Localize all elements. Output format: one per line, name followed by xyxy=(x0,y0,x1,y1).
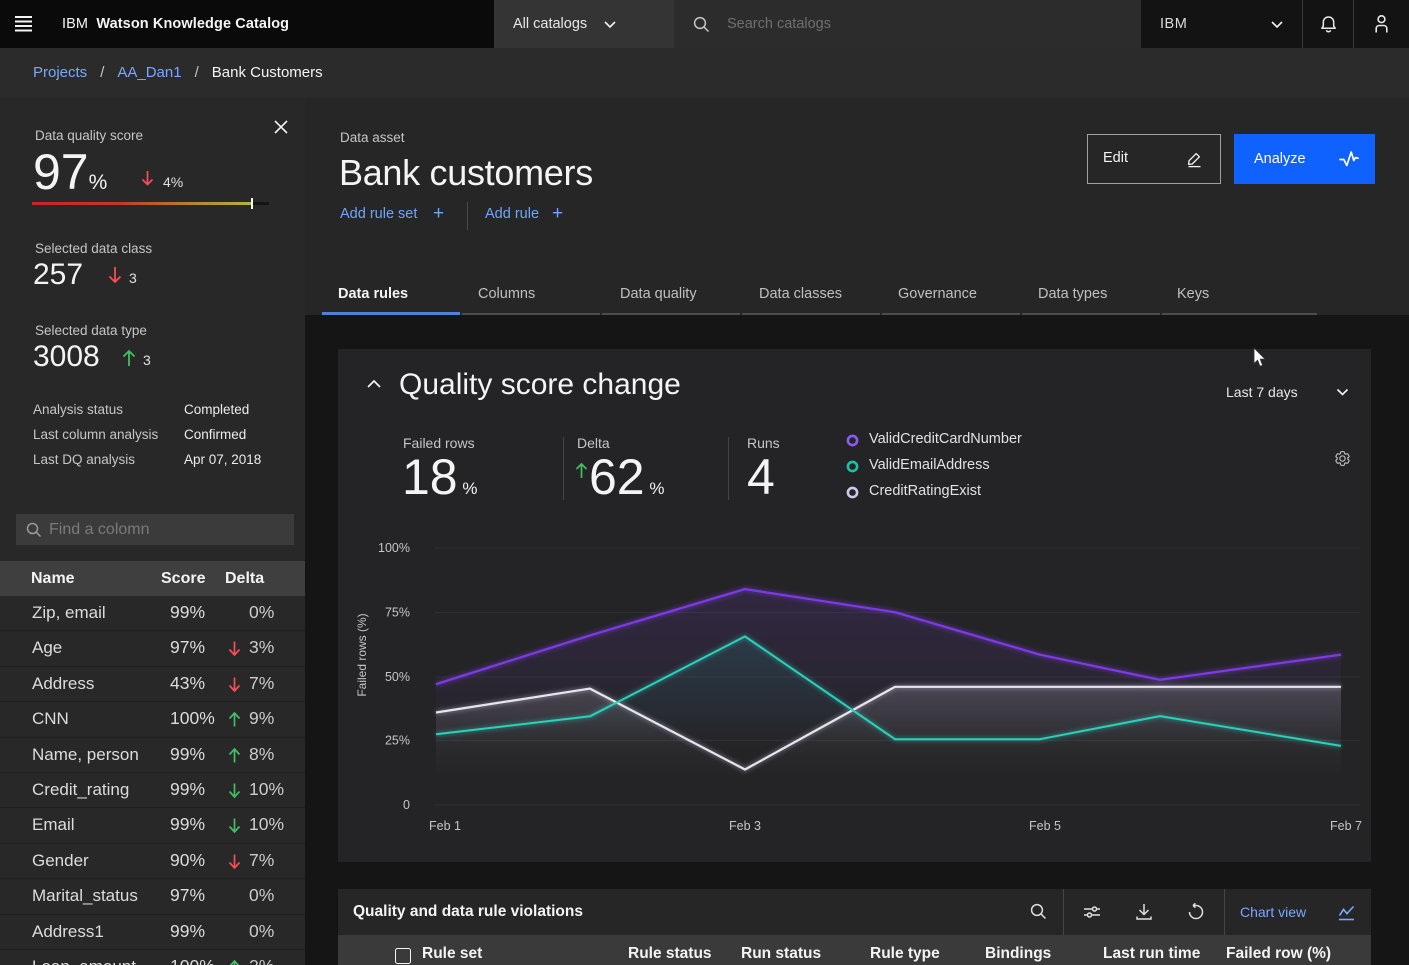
svg-text:Failed rows (%): Failed rows (%) xyxy=(355,613,369,696)
svg-text:Feb 1: Feb 1 xyxy=(429,819,461,833)
svg-text:Feb 5: Feb 5 xyxy=(1029,819,1061,833)
svg-text:Feb 3: Feb 3 xyxy=(729,819,761,833)
svg-text:50%: 50% xyxy=(385,670,410,684)
svg-text:25%: 25% xyxy=(385,734,410,748)
svg-text:0: 0 xyxy=(403,798,410,812)
svg-text:75%: 75% xyxy=(385,606,410,620)
svg-text:Feb 7: Feb 7 xyxy=(1330,819,1362,833)
svg-text:100%: 100% xyxy=(378,541,410,555)
